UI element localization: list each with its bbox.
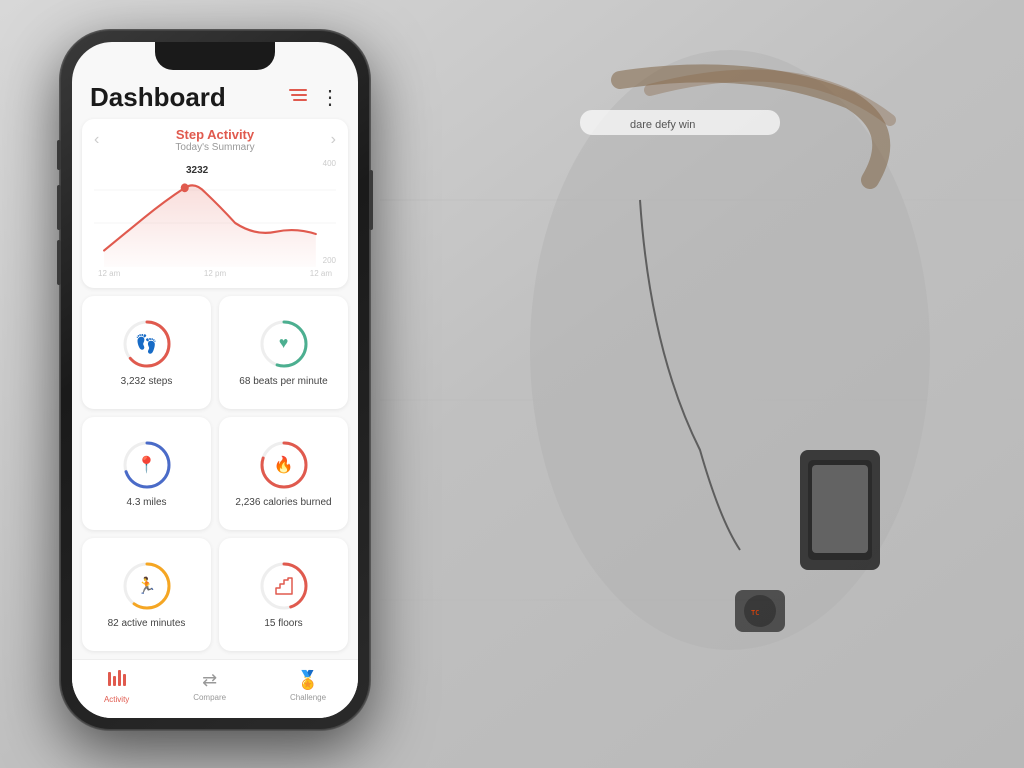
stats-grid: 👣 3,232 steps ♥ 68 beats	[72, 296, 358, 651]
stat-card-steps: 👣 3,232 steps	[82, 296, 211, 409]
phone-outer-shell: Dashboard ⋮	[60, 30, 370, 730]
steps-icon-circle: 👣	[121, 318, 173, 370]
steps-label: 3,232 steps	[121, 376, 173, 387]
stat-card-calories: 🔥 2,236 calories burned	[219, 417, 348, 530]
fire-icon: 🔥	[274, 455, 294, 475]
compare-nav-label: Compare	[193, 693, 226, 702]
chart-y-labels: 400 200	[323, 157, 336, 267]
calories-label: 2,236 calories burned	[235, 497, 331, 508]
chart-title-block: Step Activity Today's Summary	[175, 127, 254, 153]
runner-icon: 🏃	[137, 576, 157, 596]
location-icon: 📍	[137, 455, 157, 475]
phone-screen: Dashboard ⋮	[72, 42, 358, 718]
chart-title: Step Activity	[175, 127, 254, 142]
steps-icon: 👣	[135, 334, 157, 355]
stat-card-active: 🏃 82 active minutes	[82, 538, 211, 651]
filter-icon[interactable]	[288, 87, 308, 108]
calories-icon-circle: 🔥	[258, 439, 310, 491]
challenge-nav-icon: 🏅	[297, 670, 319, 691]
phone-volume-down-button	[57, 240, 61, 285]
chart-svg	[94, 157, 336, 267]
miles-label: 4.3 miles	[126, 497, 166, 508]
nav-item-compare[interactable]: ⇄ Compare	[193, 670, 226, 702]
phone-power-button	[369, 170, 373, 230]
challenge-nav-label: Challenge	[290, 693, 326, 702]
nav-item-activity[interactable]: Activity	[104, 668, 129, 704]
stat-card-heart: ♥ 68 beats per minute	[219, 296, 348, 409]
heart-label: 68 beats per minute	[239, 376, 327, 387]
activity-nav-icon	[106, 668, 128, 693]
chart-nav: ‹ Step Activity Today's Summary ›	[94, 127, 336, 153]
miles-icon-circle: 📍	[121, 439, 173, 491]
app-title: Dashboard	[90, 82, 226, 113]
floors-icon-circle	[258, 560, 310, 612]
chart-y-label-400: 400	[323, 159, 336, 168]
app-header: Dashboard ⋮	[72, 72, 358, 119]
heart-icon-circle: ♥	[258, 318, 310, 370]
compare-nav-icon: ⇄	[202, 670, 217, 691]
header-icons: ⋮	[288, 85, 340, 110]
chart-area: 3232	[94, 157, 336, 267]
nav-item-challenge[interactable]: 🏅 Challenge	[290, 670, 326, 702]
chart-x-label-start: 12 am	[98, 269, 120, 278]
chart-peak-label: 3232	[186, 165, 208, 176]
activity-nav-label: Activity	[104, 695, 129, 704]
bottom-nav: Activity ⇄ Compare 🏅 Challenge	[72, 659, 358, 718]
stairs-icon	[272, 574, 296, 598]
chart-nav-right[interactable]: ›	[331, 131, 336, 149]
app-screen: Dashboard ⋮	[72, 42, 358, 718]
stat-card-miles: 📍 4.3 miles	[82, 417, 211, 530]
stat-card-floors: 15 floors	[219, 538, 348, 651]
chart-section: ‹ Step Activity Today's Summary › 3232	[82, 119, 348, 288]
phone-notch	[155, 42, 275, 70]
chart-x-label-mid: 12 pm	[204, 269, 226, 278]
svg-text:TC: TC	[751, 609, 759, 617]
phone-volume-up-button	[57, 185, 61, 230]
svg-text:dare defy win: dare defy win	[630, 119, 695, 131]
chart-x-label-end: 12 am	[310, 269, 332, 278]
heart-icon: ♥	[279, 335, 289, 353]
chart-y-label-200: 200	[323, 256, 336, 265]
chart-subtitle: Today's Summary	[175, 142, 254, 153]
floors-label: 15 floors	[264, 618, 302, 629]
phone-mute-button	[57, 140, 61, 170]
chart-x-labels: 12 am 12 pm 12 am	[94, 269, 336, 278]
menu-icon[interactable]: ⋮	[320, 85, 340, 110]
chart-nav-left[interactable]: ‹	[94, 131, 99, 149]
phone-mockup: Dashboard ⋮	[60, 30, 370, 730]
active-label: 82 active minutes	[108, 618, 186, 629]
active-icon-circle: 🏃	[121, 560, 173, 612]
